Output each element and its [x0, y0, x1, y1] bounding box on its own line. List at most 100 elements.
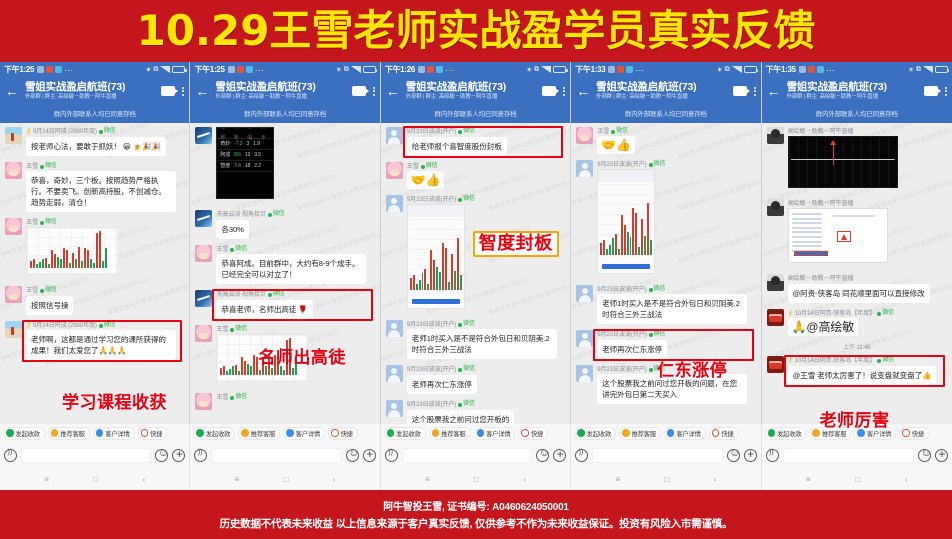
message-input-field[interactable]: [401, 447, 533, 463]
avatar[interactable]: [195, 210, 213, 227]
voice-mic-icon[interactable]: [575, 448, 589, 462]
message-bubble[interactable]: 按照信号操: [26, 296, 74, 315]
avatar[interactable]: [766, 309, 784, 326]
chip-快捷[interactable]: 快捷: [328, 426, 358, 440]
back-arrow-icon[interactable]: ←: [386, 84, 400, 98]
avatar[interactable]: [195, 245, 213, 262]
avatar[interactable]: [385, 365, 403, 382]
video-camera-icon[interactable]: [923, 86, 941, 96]
emoji-smile-icon[interactable]: [536, 447, 550, 462]
emoji-smile-icon[interactable]: [726, 447, 740, 462]
message-bubble[interactable]: 按老师心法，要敢于抓妖！ 😀 🍺🎉🎉: [26, 137, 166, 156]
video-camera-icon[interactable]: [732, 86, 750, 96]
message-bubble-image[interactable]: [787, 136, 898, 188]
chip-客户详情[interactable]: 客户详情: [473, 426, 516, 440]
avatar[interactable]: [385, 162, 403, 179]
message-bubble-emoji[interactable]: 🤝👍: [597, 136, 635, 154]
chip-推荐客服[interactable]: 推荐客服: [619, 426, 661, 440]
avatar[interactable]: [195, 393, 213, 410]
voice-mic-icon[interactable]: [4, 448, 17, 462]
message-bubble[interactable]: @阿贵-侠客岛 同花顺里面可以直接修改: [787, 284, 930, 303]
video-camera-icon[interactable]: [351, 86, 369, 96]
menu-key[interactable]: ≡: [615, 475, 620, 484]
chip-发起收款[interactable]: 发起收款: [574, 426, 617, 440]
message-bubble[interactable]: 恭喜阿成。目前群中，大约有8-9个成手。已经完全可以对立了！: [216, 254, 367, 284]
chip-发起收款[interactable]: 发起收款: [3, 426, 45, 440]
chip-快捷[interactable]: 快捷: [708, 426, 739, 440]
chip-快捷[interactable]: 快捷: [899, 426, 929, 440]
back-key[interactable]: ‹: [142, 475, 145, 484]
message-input-field[interactable]: [211, 447, 342, 463]
avatar[interactable]: [5, 162, 22, 179]
message-bubble[interactable]: 老师再次仁东涨停: [597, 340, 668, 359]
message-bubble[interactable]: 恭喜老师，名师出高徒 🌹: [216, 300, 313, 319]
plus-more-icon[interactable]: [172, 447, 186, 462]
avatar[interactable]: [385, 400, 403, 417]
emoji-smile-icon[interactable]: [917, 447, 932, 462]
avatar[interactable]: [5, 127, 22, 144]
avatar[interactable]: [5, 218, 22, 235]
chip-发起收款[interactable]: 发起收款: [764, 426, 807, 440]
message-bubble[interactable]: 各30%: [216, 220, 249, 239]
avatar[interactable]: [5, 286, 22, 303]
avatar[interactable]: [195, 127, 213, 144]
avatar[interactable]: [385, 320, 403, 337]
message-bubble[interactable]: 给老师报个喜智度股份封板: [406, 137, 507, 156]
plus-more-icon[interactable]: [553, 447, 567, 462]
avatar[interactable]: [766, 127, 784, 144]
menu-key[interactable]: ≡: [425, 475, 430, 484]
video-camera-icon[interactable]: [542, 86, 560, 96]
chip-快捷[interactable]: 快捷: [137, 426, 168, 440]
chip-客户详情[interactable]: 客户详情: [92, 426, 135, 440]
video-camera-icon[interactable]: [161, 86, 179, 96]
more-vertical-icon[interactable]: [944, 86, 947, 96]
back-arrow-icon[interactable]: ←: [5, 84, 19, 98]
message-bubble-image[interactable]: [787, 208, 888, 263]
voice-mic-icon[interactable]: [384, 448, 398, 462]
avatar[interactable]: [766, 199, 784, 216]
home-key[interactable]: □: [855, 475, 860, 484]
message-input-field[interactable]: [21, 447, 152, 463]
emoji-smile-icon[interactable]: [155, 447, 169, 462]
message-bubble-image[interactable]: 名称 最新 涨幅 换手 奇妙 -7.2 3 1.9 阿成 8.6 12 3.5 智度 7.4 18 2.2: [216, 127, 275, 199]
back-arrow-icon[interactable]: ←: [576, 84, 590, 98]
plus-more-icon[interactable]: [362, 447, 376, 462]
emoji-smile-icon[interactable]: [345, 447, 360, 462]
chip-推荐客服[interactable]: 推荐客服: [428, 426, 471, 440]
avatar[interactable]: [385, 127, 403, 144]
avatar[interactable]: [766, 356, 784, 373]
avatar[interactable]: [576, 330, 594, 347]
message-bubble[interactable]: 恭喜，奇妙，三个板。按照趋势严格执行。不要卖飞。创新高持股，不创减仓。趋势走弱，…: [26, 171, 176, 212]
back-key[interactable]: ‹: [714, 475, 717, 484]
message-bubble-emoji[interactable]: 🤝👍: [406, 171, 445, 189]
message-bubble[interactable]: 老师啊，这都是通过学习您的课所获得的成果！我们太爱您了🙏🙏🙏: [26, 330, 176, 360]
message-bubble-emoji[interactable]: 🙏@高绘敏: [787, 318, 859, 336]
message-bubble-image[interactable]: [406, 204, 465, 309]
plus-more-icon[interactable]: [934, 447, 948, 462]
voice-mic-icon[interactable]: [765, 448, 779, 462]
chip-客户详情[interactable]: 客户详情: [283, 426, 326, 440]
chip-推荐客服[interactable]: 推荐客服: [238, 426, 281, 440]
message-bubble[interactable]: @王雪 老师太厉害了！说变盘就变盘了👍: [787, 366, 937, 385]
message-bubble-image[interactable]: [597, 169, 656, 274]
message-input-field[interactable]: [592, 447, 723, 463]
chip-发起收款[interactable]: 发起收款: [193, 426, 236, 440]
home-key[interactable]: □: [664, 475, 669, 484]
avatar[interactable]: [766, 274, 784, 291]
home-key[interactable]: □: [284, 475, 289, 484]
avatar[interactable]: [5, 321, 22, 338]
message-bubble[interactable]: 老师1时买入是不是符合外包日和贝阴美.2时符合三外三战法: [406, 329, 557, 359]
chip-快捷[interactable]: 快捷: [518, 426, 549, 440]
back-key[interactable]: ‹: [905, 475, 908, 484]
message-bubble-image[interactable]: [26, 227, 118, 275]
back-arrow-icon[interactable]: ←: [195, 84, 209, 98]
avatar[interactable]: [385, 195, 403, 212]
message-bubble[interactable]: 老师再次仁东涨停: [406, 375, 477, 394]
menu-key[interactable]: ≡: [806, 475, 811, 484]
avatar[interactable]: [195, 290, 213, 307]
avatar[interactable]: [576, 365, 594, 382]
more-vertical-icon[interactable]: [753, 86, 756, 96]
message-bubble[interactable]: 老师1时买入是不是符合外包日和贝阴美.2时符合三外三战法: [597, 294, 748, 324]
plus-more-icon[interactable]: [743, 447, 757, 462]
menu-key[interactable]: ≡: [235, 475, 240, 484]
